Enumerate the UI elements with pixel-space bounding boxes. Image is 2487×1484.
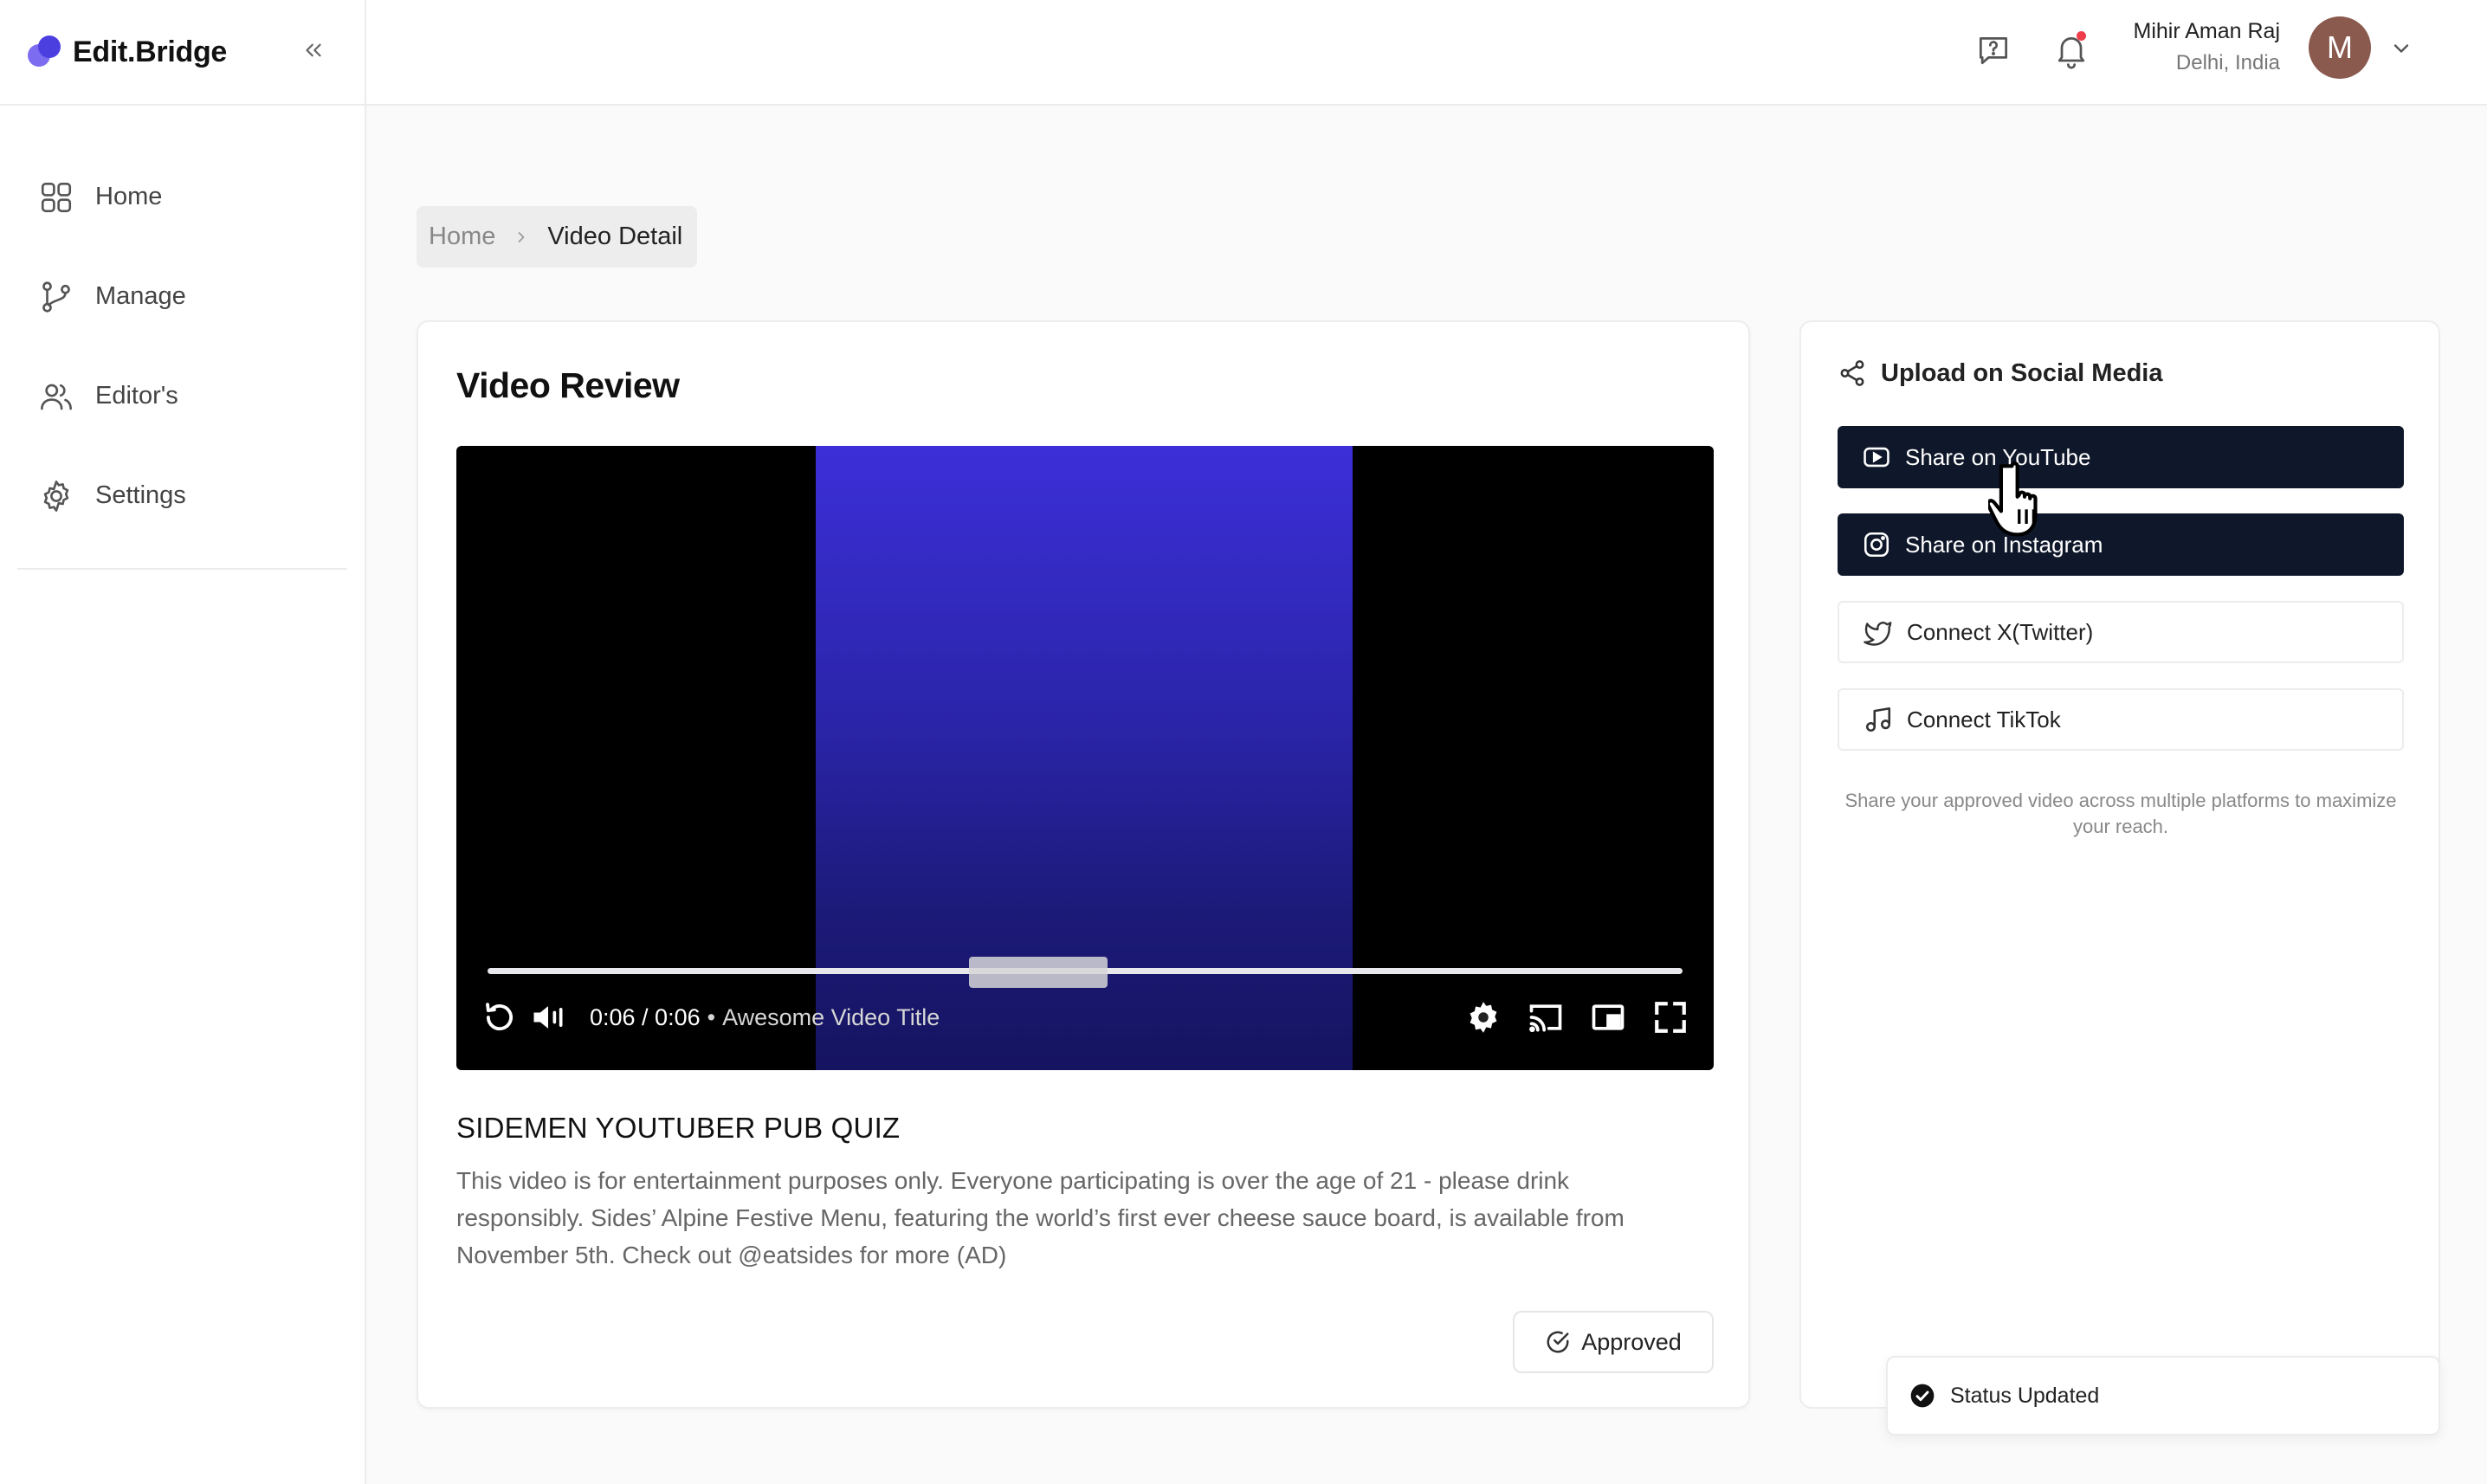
- user-name: Mihir Aman Raj: [2133, 19, 2281, 43]
- connect-tiktok-button[interactable]: Connect TikTok: [1838, 688, 2404, 751]
- music-note-icon: [1865, 707, 1891, 732]
- approved-button[interactable]: Approved: [1513, 1311, 1714, 1373]
- sidebar: Edit.Bridge Home Manage Editor's Setting…: [0, 0, 366, 1484]
- sidebar-item-manage[interactable]: Manage: [17, 247, 347, 346]
- social-media-card: Upload on Social Media Share on YouTube …: [1799, 320, 2440, 1409]
- users-icon: [36, 377, 76, 416]
- scrub-preview: [969, 957, 1108, 988]
- miniplayer-button[interactable]: [1584, 993, 1632, 1042]
- help-button[interactable]: [1968, 26, 2019, 76]
- youtube-icon: [1864, 447, 1889, 468]
- twitter-bird-icon: [1864, 622, 1892, 646]
- instagram-icon: [1864, 532, 1889, 558]
- cast-button[interactable]: [1521, 993, 1570, 1042]
- share-icon: [1840, 360, 1864, 386]
- approved-label: Approved: [1581, 1328, 1682, 1355]
- player-controls: 0:06 / 0:06 • Awesome Video Title: [475, 991, 1695, 1043]
- user-menu-button[interactable]: [2384, 31, 2419, 66]
- gear-icon: [1470, 1002, 1497, 1033]
- top-bar: Mihir Aman Raj Delhi, India M: [366, 0, 2487, 106]
- breadcrumb-current: Video Detail: [547, 223, 683, 250]
- avatar[interactable]: M: [2309, 16, 2371, 79]
- page-title: Video Review: [456, 365, 680, 405]
- user-info: Mihir Aman Raj Delhi, India: [2124, 19, 2281, 75]
- miniplayer-icon: [1592, 1004, 1625, 1030]
- help-chat-icon: [1979, 36, 2008, 65]
- user-location: Delhi, India: [2175, 51, 2280, 74]
- video-description: This video is for entertainment purposes…: [456, 1167, 1625, 1268]
- collapse-sidebar-button[interactable]: [294, 31, 333, 69]
- settings-button[interactable]: [1459, 993, 1508, 1042]
- player-controls-right: [1459, 993, 1695, 1042]
- check-circle-icon: [1547, 1331, 1569, 1353]
- volume-button[interactable]: [524, 993, 572, 1042]
- notification-dot: [2077, 31, 2086, 41]
- notifications-button[interactable]: [2046, 26, 2096, 76]
- sidebar-item-home[interactable]: Home: [17, 147, 347, 247]
- share-youtube-button[interactable]: Share on YouTube: [1838, 426, 2404, 488]
- social-help-text: Share your approved video across multipl…: [1844, 790, 2397, 837]
- cast-icon: [1529, 1004, 1562, 1033]
- fullscreen-icon: [1655, 1002, 1686, 1033]
- toast-message: Status Updated: [1950, 1383, 2100, 1408]
- social-card-title: Upload on Social Media: [1881, 358, 2163, 387]
- connect-twitter-button[interactable]: Connect X(Twitter): [1838, 601, 2404, 663]
- gear-icon: [36, 476, 76, 516]
- video-time: 0:06 / 0:06: [590, 1003, 701, 1030]
- git-branch-icon: [36, 277, 76, 317]
- share-instagram-button[interactable]: Share on Instagram: [1838, 513, 2404, 576]
- replay-button[interactable]: [475, 993, 524, 1042]
- chevron-right-icon: [513, 229, 530, 246]
- sidebar-item-label: Editor's: [95, 382, 178, 410]
- share-youtube-label: Share on YouTube: [1905, 443, 2091, 470]
- volume-icon: [533, 1006, 563, 1029]
- video-player[interactable]: 0:06 / 0:06 • Awesome Video Title: [456, 446, 1714, 1070]
- video-heading: SIDEMEN YOUTUBER PUB QUIZ: [456, 1112, 901, 1144]
- sidebar-nav: Home Manage Editor's Settings: [17, 106, 347, 570]
- share-instagram-label: Share on Instagram: [1905, 531, 2103, 558]
- video-review-card: Video Review 0:06 / 0:06 • Awesome Video…: [417, 320, 1750, 1409]
- connect-tiktok-label: Connect TikTok: [1907, 706, 2061, 732]
- breadcrumb: Home Video Detail: [417, 206, 697, 268]
- time-title-separator: •: [707, 1003, 716, 1030]
- replay-icon: [486, 1003, 514, 1031]
- double-chevron-left-icon: [306, 43, 321, 57]
- sidebar-item-settings[interactable]: Settings: [17, 446, 347, 545]
- brand-logo-icon: [28, 35, 61, 68]
- video-player-title: Awesome Video Title: [722, 1003, 940, 1030]
- fullscreen-button[interactable]: [1646, 993, 1695, 1042]
- status-toast: Status Updated: [1886, 1356, 2440, 1436]
- brand-name: Edit.Bridge: [73, 35, 228, 68]
- sidebar-item-label: Home: [95, 183, 163, 210]
- sidebar-item-editors[interactable]: Editor's: [17, 346, 347, 446]
- social-card-header: Upload on Social Media: [1838, 358, 2163, 388]
- check-circle-filled-icon: [1910, 1384, 1935, 1408]
- grid-icon: [36, 177, 76, 217]
- breadcrumb-home-link[interactable]: Home: [429, 223, 495, 251]
- connect-twitter-label: Connect X(Twitter): [1907, 618, 2094, 645]
- sidebar-item-label: Settings: [95, 481, 186, 509]
- chevron-down-icon: [2393, 44, 2409, 53]
- sidebar-item-label: Manage: [95, 282, 186, 310]
